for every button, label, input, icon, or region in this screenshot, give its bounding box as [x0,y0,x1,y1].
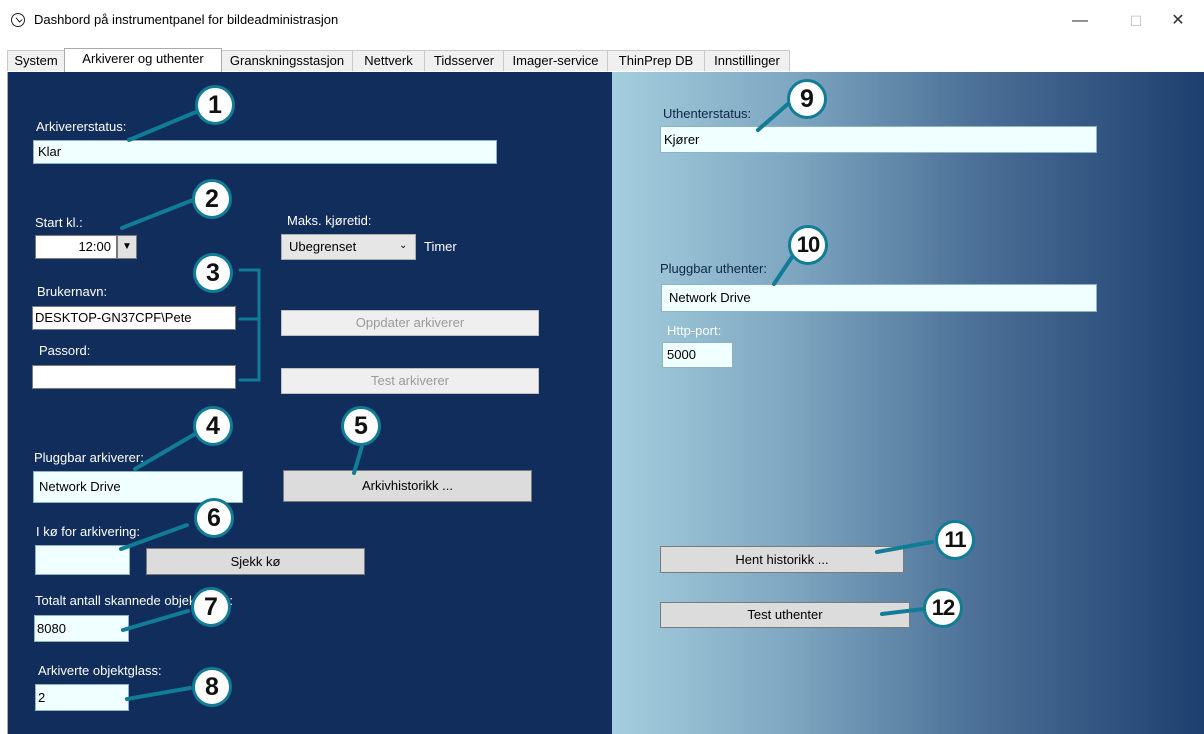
retriever-panel [612,72,1204,734]
archived-slides-label: Arkiverte objektglass: [38,663,162,678]
archive-history-button[interactable]: Arkivhistorikk ... [283,470,532,502]
pluggable-archiver-label: Pluggbar arkiverer: [34,450,144,465]
tab-review-station[interactable]: Granskningsstasjon [221,50,353,71]
callout-badge-5: 5 [341,406,381,446]
http-port-label: Http-port: [667,323,722,338]
tab-time-server[interactable]: Tidsserver [424,50,504,71]
tab-thinprep-db[interactable]: ThinPrep DB [607,50,705,71]
tab-archiver-retriever[interactable]: Arkiverer og uthenter [64,48,222,72]
callout-badge-2: 2 [192,179,232,219]
tab-imager-service[interactable]: Imager-service [503,50,608,71]
archive-queue-label: I kø for arkivering: [36,524,141,539]
callout-badge-6: 6 [194,498,234,538]
check-queue-button[interactable]: Sjekk kø [146,548,365,575]
maximize-button[interactable]: ☐ [1113,6,1159,36]
tab-strip: System Arkiverer og uthenter Gransknings… [7,48,1197,72]
retriever-status-field: Kjører [660,126,1097,153]
callout-badge-4: 4 [193,406,233,446]
max-runtime-label: Maks. kjøretid: [287,213,372,228]
callout-badge-11: 11 [935,520,975,560]
password-label: Passord: [39,343,91,358]
password-input[interactable] [32,365,236,389]
chevron-down-icon: ⌄ [399,240,408,251]
update-archiver-button[interactable]: Oppdater arkiverer [281,310,539,336]
total-scanned-field: 8080 [34,615,129,642]
pluggable-retriever-label: Pluggbar uthenter: [660,261,767,276]
chevron-down-icon[interactable]: ▼ [117,235,137,259]
close-button[interactable]: ✕ [1155,6,1201,36]
callout-badge-7: 7 [191,587,231,627]
pluggable-retriever-field: Network Drive [661,284,1097,312]
archive-queue-field [35,545,130,575]
callout-badge-9: 9 [787,79,827,119]
http-port-field: 5000 [662,342,733,368]
archiver-status-label: Arkivererstatus: [36,119,127,134]
retriever-status-label: Uthenterstatus: [663,106,752,121]
callout-badge-10: 10 [788,225,828,265]
callout-badge-1: 1 [195,85,235,125]
title-bar: Dashbord på instrumentpanel for bildeadm… [0,0,1204,44]
max-runtime-value: Ubegrenset [289,239,357,254]
tab-system[interactable]: System [7,50,65,71]
username-label: Brukernavn: [37,284,108,299]
start-time-label: Start kl.: [35,215,83,230]
callout-badge-12: 12 [923,588,963,628]
tab-settings[interactable]: Innstillinger [704,50,790,71]
test-retriever-button[interactable]: Test uthenter [660,602,910,628]
archiver-status-field: Klar [33,140,497,164]
callout-badge-8: 8 [192,667,232,707]
minimize-button[interactable]: — [1057,6,1103,36]
tab-network[interactable]: Nettverk [352,50,425,71]
retrieve-history-button[interactable]: Hent historikk ... [660,546,904,573]
username-input[interactable]: DESKTOP-GN37CPF\Pete [32,306,236,330]
archived-slides-field: 2 [35,684,129,711]
start-time-input[interactable]: 12:00 [35,235,117,259]
window-title: Dashbord på instrumentpanel for bildeadm… [34,12,339,27]
max-runtime-unit: Timer [424,239,457,254]
test-archiver-button[interactable]: Test arkiverer [281,368,539,394]
max-runtime-select[interactable]: Ubegrenset ⌄ [281,234,416,260]
clock-icon [11,13,25,27]
callout-badge-3: 3 [193,253,233,293]
